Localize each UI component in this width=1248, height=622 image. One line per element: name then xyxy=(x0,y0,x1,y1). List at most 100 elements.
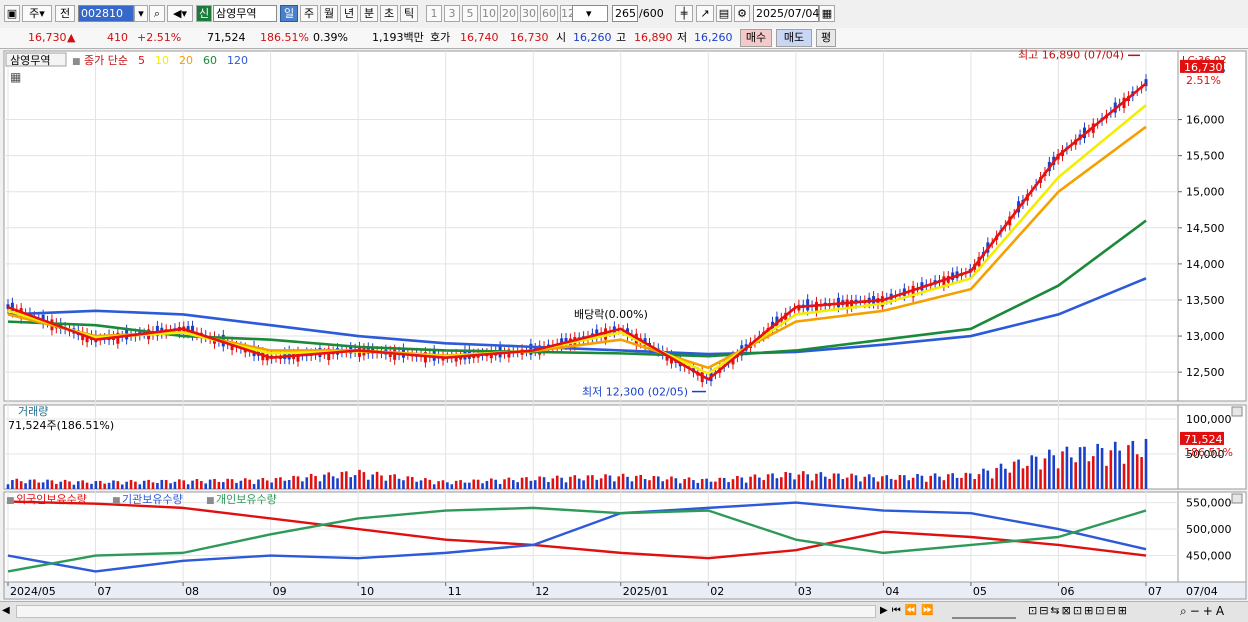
volume-bar xyxy=(744,482,748,489)
window-icon[interactable]: ▣ xyxy=(4,5,20,22)
holdings-legend-square-icon: ■ xyxy=(206,496,215,506)
period-button-주[interactable]: 주 xyxy=(300,5,318,22)
volume-bar xyxy=(287,480,291,489)
holdings-legend-square-icon: ■ xyxy=(112,496,121,506)
x-tick-label: 06 xyxy=(1060,585,1074,598)
zoom-icons[interactable]: ⌕−+A xyxy=(1180,604,1227,619)
type-select[interactable]: ▾ xyxy=(572,5,608,22)
ask-price: 16,740 xyxy=(460,31,499,44)
volume-bar xyxy=(468,482,471,489)
volume-bar xyxy=(564,482,568,489)
volume-value-label: 71,524주(186.51%) xyxy=(8,419,114,432)
avg-button[interactable]: 평 xyxy=(816,29,836,47)
volume-bar xyxy=(336,478,339,489)
volume-bar xyxy=(428,479,432,489)
x-tick-label: 03 xyxy=(798,585,812,598)
interval-button-60[interactable]: 60 xyxy=(540,5,558,22)
volume-bar xyxy=(727,482,730,489)
volume-bar xyxy=(450,484,454,489)
volume-bar xyxy=(1039,469,1042,489)
speaker-icon[interactable]: ◀▾ xyxy=(167,5,193,22)
volume-bar xyxy=(81,480,84,489)
interval-button-20[interactable]: 20 xyxy=(500,5,518,22)
x-tick-label: 07 xyxy=(98,585,112,598)
code-input[interactable]: 002810 xyxy=(78,5,134,22)
scroll-track[interactable] xyxy=(16,605,876,618)
zoom-slider[interactable] xyxy=(952,605,1016,619)
volume-bar xyxy=(753,474,757,489)
volume-bar xyxy=(103,483,106,489)
volume-bar xyxy=(749,476,752,489)
playback-icons[interactable]: ▶⏮⏪⏩ xyxy=(880,605,938,616)
volume-bar xyxy=(604,474,607,489)
market-select[interactable]: 주▾ xyxy=(22,5,52,22)
chart-settings-icon: ▦ xyxy=(10,70,21,84)
volume-bar xyxy=(977,474,981,489)
interval-button-30[interactable]: 30 xyxy=(520,5,538,22)
volume-bar xyxy=(1004,468,1007,489)
volume-ratio: 186.51% xyxy=(260,31,309,44)
interval-button-3[interactable]: 3 xyxy=(444,5,460,22)
volume-bar xyxy=(1061,451,1064,489)
volume-bar xyxy=(516,482,519,489)
period-button-년[interactable]: 년 xyxy=(340,5,358,22)
volume-bar xyxy=(151,482,155,489)
panel-close-icon[interactable] xyxy=(1231,493,1243,504)
tool-icons[interactable]: ⊡⊟⇆⊠⊡⊞⊡⊟⊞ xyxy=(1028,604,1129,617)
holdings-legend-square-icon: ■ xyxy=(6,496,15,506)
volume-bar xyxy=(520,477,524,489)
price-tick-label: 14,500 xyxy=(1186,222,1225,235)
volume-bar xyxy=(490,478,493,489)
date-input[interactable]: 2025/07/04 xyxy=(753,5,819,22)
stock-name-field[interactable]: 삼영무역 xyxy=(213,5,277,22)
volume-bar xyxy=(463,482,467,489)
interval-button-10[interactable]: 10 xyxy=(480,5,498,22)
chart-scrollbar[interactable]: ◀ ▶⏮⏪⏩ ⊡⊟⇆⊠⊡⊞⊡⊟⊞ ⌕−+A xyxy=(0,601,1248,622)
volume-bar xyxy=(406,476,410,489)
volume-bar xyxy=(358,469,361,489)
volume-bar xyxy=(265,480,269,489)
sell-button[interactable]: 매도 xyxy=(776,29,812,47)
volume-bar xyxy=(946,474,950,489)
panel-close-icon[interactable] xyxy=(1231,406,1243,417)
volume-bar xyxy=(19,481,23,489)
calendar-icon[interactable]: ▦ xyxy=(819,5,835,22)
volume-bar xyxy=(595,479,599,489)
period-button-월[interactable]: 월 xyxy=(320,5,338,22)
volume-bar xyxy=(1109,450,1113,489)
period-button-초[interactable]: 초 xyxy=(380,5,398,22)
volume-bar xyxy=(608,475,612,489)
volume-bar xyxy=(1100,448,1104,489)
volume-bar xyxy=(696,482,700,489)
x-tick-label: 04 xyxy=(885,585,899,598)
candle-icon[interactable]: ╪ xyxy=(675,5,693,22)
price-tick-label: 15,000 xyxy=(1186,186,1225,199)
scroll-left-icon[interactable]: ◀ xyxy=(2,605,14,619)
high-label: 고 xyxy=(616,31,627,44)
volume-bar xyxy=(990,478,994,489)
price-change-pct: +2.51% xyxy=(137,31,182,44)
interval-button-5[interactable]: 5 xyxy=(462,5,478,22)
trade-amount: 1,193백만 xyxy=(372,31,424,44)
save-icon[interactable]: ▤ xyxy=(716,5,732,22)
volume-bar xyxy=(599,478,603,489)
period-button-틱[interactable]: 틱 xyxy=(400,5,418,22)
volume-bar xyxy=(894,479,897,489)
period-button-일[interactable]: 일 xyxy=(280,5,298,22)
gear-icon[interactable]: ⚙ xyxy=(734,5,750,22)
interval-button-1[interactable]: 1 xyxy=(426,5,442,22)
volume-value: 71,524 xyxy=(207,31,246,44)
code-dropdown-icon[interactable]: ▾ xyxy=(134,5,148,22)
search-icon[interactable]: ⌕ xyxy=(149,5,165,22)
period-button-분[interactable]: 분 xyxy=(360,5,378,22)
draw-tool-icon[interactable]: ↗ xyxy=(696,5,714,22)
volume-bar xyxy=(793,479,796,489)
price-tick-label: 12,500 xyxy=(1186,366,1225,379)
buy-button[interactable]: 매수 xyxy=(740,29,772,47)
stock-chart[interactable]: 2024/05 07 08 09 10 11 12 2025/01 02 03 04 05 06 07 07… xyxy=(0,49,1248,601)
volume-bar xyxy=(788,472,792,489)
volume-bar xyxy=(916,473,919,489)
prev-button[interactable]: 전 xyxy=(55,5,75,22)
holdings-legend-0: 외국인보유수량 xyxy=(16,493,87,506)
count-input[interactable]: 265 xyxy=(612,5,638,22)
